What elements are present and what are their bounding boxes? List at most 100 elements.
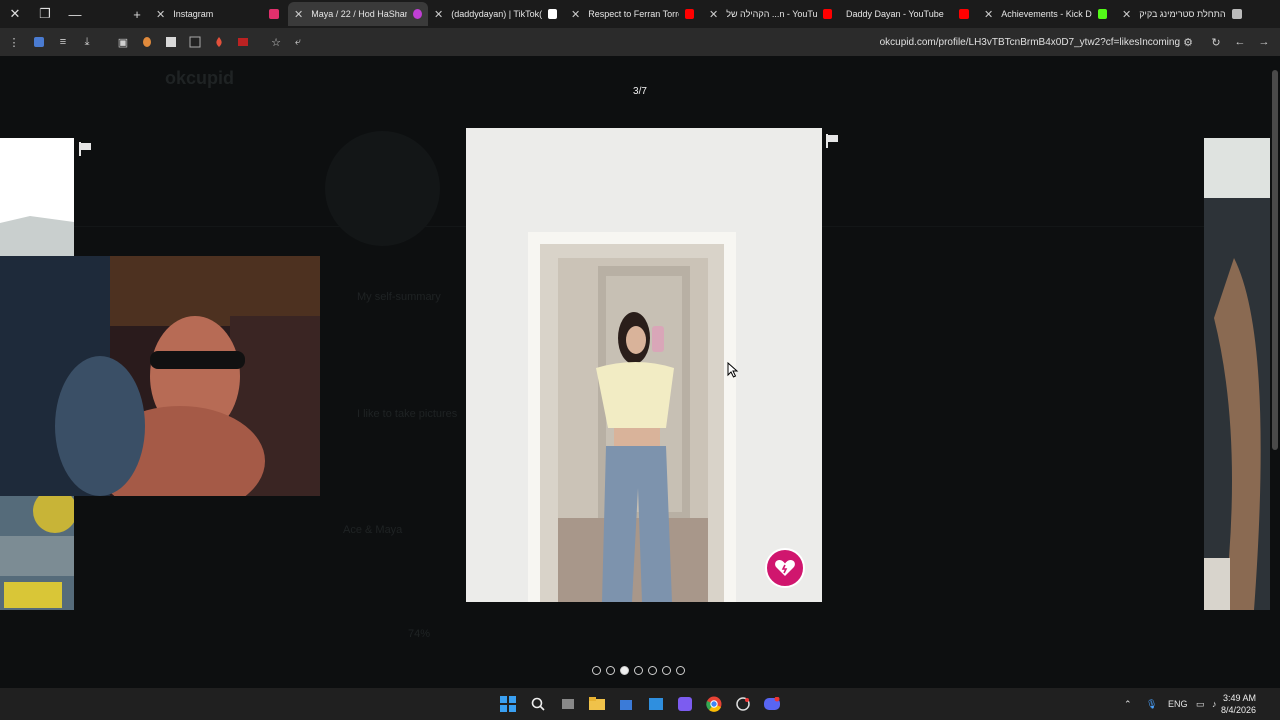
- prev-photo-thumb[interactable]: [0, 138, 74, 256]
- tab-close-icon[interactable]: ✕: [1122, 8, 1131, 21]
- mouse-cursor-icon: [727, 362, 739, 378]
- tab-label: Achievements - Kick Dash: [1001, 9, 1092, 19]
- kick-icon: [1098, 9, 1107, 19]
- search-icon[interactable]: [530, 696, 546, 712]
- tab-tiktok[interactable]: ✕ (daddydayan) | TikTok(65): [428, 2, 563, 26]
- page-content: okcupid My self-summary I like to take p…: [0, 56, 1270, 688]
- photos-icon[interactable]: [648, 696, 664, 712]
- tab-close-icon[interactable]: ✕: [984, 8, 993, 21]
- window-close-button[interactable]: ✕: [0, 0, 30, 28]
- youtube-icon: [684, 9, 694, 19]
- extension-fire-icon[interactable]: [211, 34, 227, 50]
- browser-toolbar: ⋮ ≡ ⤓ ▣ ☆ ⤶ okcupid.com/profile/LH3vTBTc…: [0, 28, 1280, 56]
- clock-date: 8/4/2026: [1220, 705, 1256, 715]
- tab-close-icon[interactable]: ✕: [294, 8, 303, 21]
- extension-orange-icon[interactable]: [139, 34, 155, 50]
- url-text[interactable]: okcupid.com/profile/LH3vTBTcnBrmB4x0D7_y…: [880, 37, 1180, 48]
- chrome-icon[interactable]: [706, 696, 722, 712]
- share-icon[interactable]: ⤶: [290, 34, 306, 50]
- tiktok-icon: [548, 9, 557, 19]
- file-explorer-icon[interactable]: [589, 696, 605, 712]
- reload-icon[interactable]: ↻: [1208, 34, 1224, 50]
- tab-label: Maya / 22 / Hod HaSharon: [311, 9, 408, 19]
- microphone-icon[interactable]: 🎙: [1146, 688, 1157, 720]
- window-minimize-button[interactable]: —: [60, 0, 90, 28]
- okcupid-icon: [413, 9, 422, 19]
- address-bar[interactable]: okcupid.com/profile/LH3vTBTcnBrmB4x0D7_y…: [880, 32, 1180, 52]
- forward-icon[interactable]: →: [1256, 34, 1272, 50]
- language-indicator[interactable]: ENG: [1168, 688, 1188, 720]
- tab-kick-achievements[interactable]: ✕ Achievements - Kick Dash: [978, 2, 1113, 26]
- pagination-dot-1[interactable]: [592, 666, 601, 675]
- heart-icon: [775, 559, 795, 576]
- tab-kick-streaming[interactable]: ✕ התחלת סטרימינג בקיק: [1116, 2, 1256, 26]
- extension-dark-icon[interactable]: [187, 34, 203, 50]
- tab-strip: ✕ ❐ — + ✕ Instagram ✕ Maya / 22 / Hod Ha…: [0, 0, 1280, 28]
- prev-photo[interactable]: [0, 256, 320, 496]
- clock-time: 3:49 AM: [1222, 693, 1256, 703]
- tune-icon[interactable]: ≡: [55, 34, 71, 50]
- tab-youtube-community[interactable]: ✕ הקהילה של ...n - YouTube: [703, 2, 838, 26]
- prev-photo-thumb-2[interactable]: [0, 496, 74, 610]
- new-tab-button[interactable]: +: [122, 0, 152, 28]
- tab-instagram[interactable]: ✕ Instagram: [150, 2, 285, 26]
- network-icon[interactable]: ▭: [1196, 688, 1205, 720]
- task-view-icon[interactable]: [560, 696, 576, 712]
- photo-counter: 3/7: [633, 86, 647, 97]
- tab-label: (daddydayan) | TikTok(65): [451, 9, 543, 19]
- instagram-icon: [269, 9, 279, 19]
- bg-match-percent: 74%: [408, 628, 431, 640]
- photo-pagination: [592, 666, 685, 675]
- tab-label: Respect to Ferran Torres: [588, 9, 679, 19]
- bg-avatar: [325, 131, 440, 246]
- windows-start-icon[interactable]: [500, 696, 516, 712]
- page-scrollbar[interactable]: [1270, 56, 1280, 688]
- tab-close-icon[interactable]: ✕: [434, 8, 443, 21]
- tab-label: Instagram: [173, 9, 214, 19]
- next-photo[interactable]: [1204, 138, 1270, 610]
- tray-chevron-icon[interactable]: ⌃: [1124, 688, 1132, 720]
- puzzle-icon[interactable]: ▣: [115, 34, 131, 50]
- pagination-dot-3[interactable]: [620, 666, 629, 675]
- pagination-dot-6[interactable]: [662, 666, 671, 675]
- tab-label: הקהילה של ...n - YouTube: [726, 9, 818, 19]
- window-restore-button[interactable]: ❐: [30, 0, 60, 28]
- back-icon[interactable]: ←: [1232, 34, 1248, 50]
- bg-section-title: Ace & Maya: [343, 524, 403, 536]
- youtube-icon: [959, 9, 969, 19]
- extension-icon[interactable]: [31, 34, 47, 50]
- app-icon[interactable]: [677, 696, 693, 712]
- pagination-dot-5[interactable]: [648, 666, 657, 675]
- tab-close-icon[interactable]: ✕: [709, 8, 718, 21]
- tab-okcupid[interactable]: ✕ Maya / 22 / Hod HaSharon: [288, 2, 428, 26]
- tab-close-icon[interactable]: ✕: [571, 8, 580, 21]
- discord-icon[interactable]: [764, 696, 780, 712]
- bookmark-star-icon[interactable]: ☆: [268, 34, 284, 50]
- tab-youtube-respect[interactable]: ✕ Respect to Ferran Torres: [565, 2, 700, 26]
- bg-section-text: I like to take pictures: [357, 408, 458, 420]
- report-flag-icon[interactable]: [79, 142, 91, 156]
- tab-label: התחלת סטרימינג בקיק: [1139, 9, 1226, 19]
- extension-grid-icon[interactable]: [163, 34, 179, 50]
- app-icon-2[interactable]: [735, 696, 751, 712]
- bg-section-summary: My self-summary: [357, 291, 441, 303]
- extension-red-icon[interactable]: [235, 34, 251, 50]
- report-flag-icon[interactable]: [826, 134, 838, 148]
- tab-close-icon[interactable]: ✕: [156, 8, 165, 21]
- tab-youtube-daddy-dayan[interactable]: Daddy Dayan - YouTube: [840, 2, 975, 26]
- volume-icon[interactable]: ♪: [1212, 688, 1217, 720]
- taskbar: ⌃ 🎙 ENG ▭ ♪ 3:49 AM 8/4/2026: [0, 688, 1280, 720]
- brand-logo: okcupid: [165, 68, 235, 88]
- system-clock[interactable]: 3:49 AM 8/4/2026: [1221, 692, 1256, 716]
- scrollbar-thumb[interactable]: [1272, 70, 1278, 450]
- store-icon[interactable]: [618, 696, 634, 712]
- menu-icon[interactable]: ⋮: [6, 34, 22, 50]
- like-button[interactable]: [765, 548, 805, 588]
- pagination-dot-4[interactable]: [634, 666, 643, 675]
- download-icon[interactable]: ⤓: [79, 34, 95, 50]
- pagination-dot-7[interactable]: [676, 666, 685, 675]
- pagination-dot-2[interactable]: [606, 666, 615, 675]
- site-settings-icon[interactable]: ⚙: [1180, 34, 1196, 50]
- main-profile-photo[interactable]: [466, 128, 822, 602]
- youtube-icon: [823, 9, 832, 19]
